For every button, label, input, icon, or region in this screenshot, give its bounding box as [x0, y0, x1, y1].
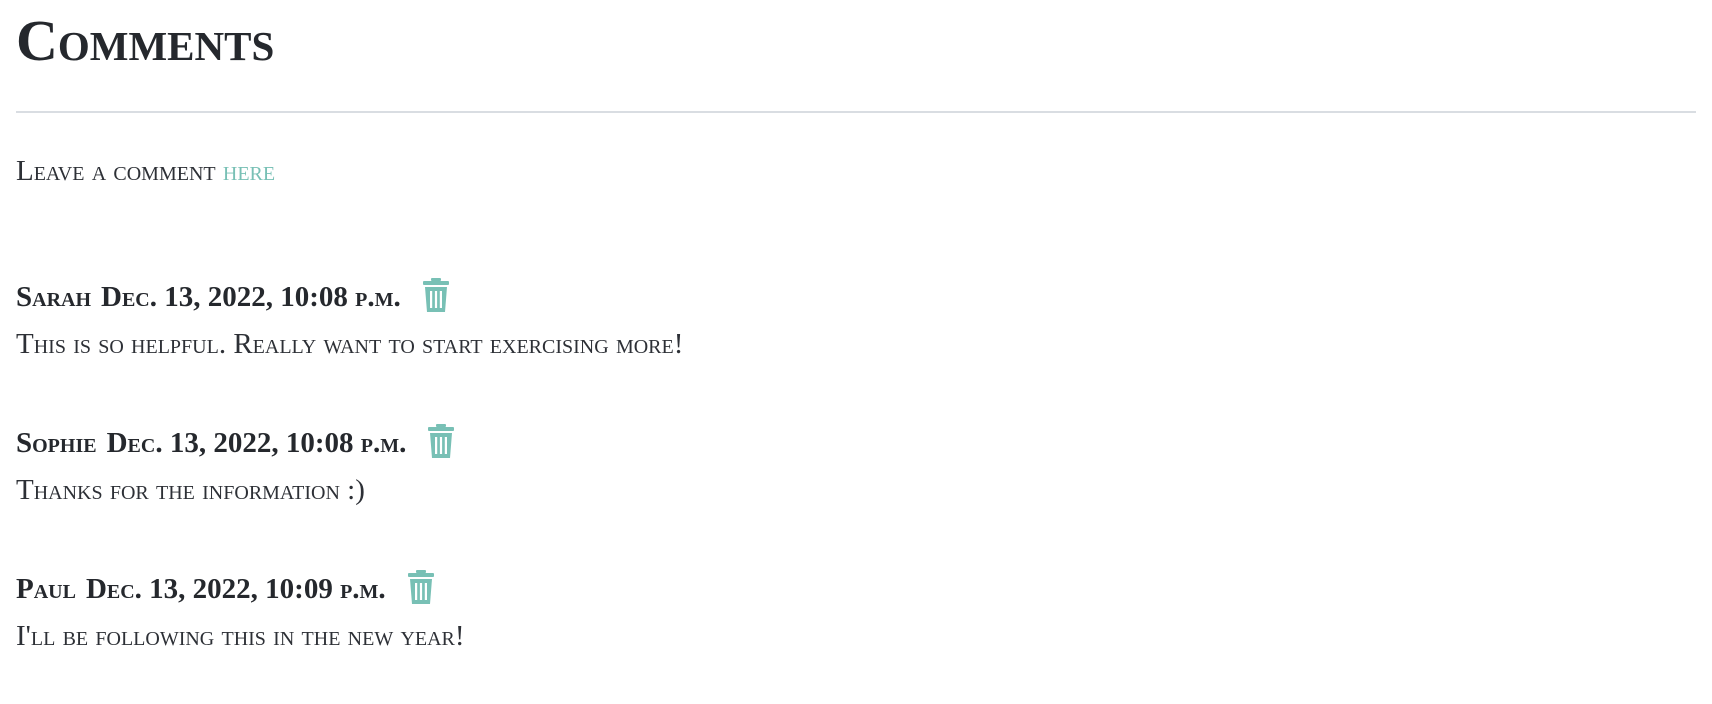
- divider: [16, 111, 1696, 113]
- comment-text: I'll be following this in the new year!: [16, 620, 465, 652]
- comment-text: This is so helpful. Really want to start…: [16, 328, 684, 360]
- comment-author: Sarah: [16, 281, 92, 313]
- comment-author: Paul: [16, 573, 76, 605]
- comment-meta: Sophie Dec. 13, 2022, 10:08 p.m.: [16, 424, 1016, 462]
- comment-timestamp: Dec. 13, 2022, 10:08 p.m.: [101, 281, 401, 313]
- trash-icon[interactable]: [406, 569, 436, 605]
- comment-item: Paul Dec. 13, 2022, 10:09 p.m. I'll be f…: [16, 570, 1016, 655]
- comment-item: Sarah Dec. 13, 2022, 10:08 p.m. This is …: [16, 278, 1016, 363]
- page-title: Comments: [16, 8, 275, 73]
- comment-meta: Sarah Dec. 13, 2022, 10:08 p.m.: [16, 278, 1016, 316]
- leave-comment-line: Leave a comment here: [16, 152, 275, 190]
- leave-comment-prefix: Leave a comment: [16, 155, 223, 187]
- trash-icon[interactable]: [426, 423, 456, 459]
- comment-text: Thanks for the information :): [16, 474, 365, 506]
- comment-meta: Paul Dec. 13, 2022, 10:09 p.m.: [16, 570, 1016, 608]
- comment-author: Sophie: [16, 427, 97, 459]
- comment-timestamp: Dec. 13, 2022, 10:09 p.m.: [85, 573, 386, 605]
- comment-timestamp: Dec. 13, 2022, 10:08 p.m.: [106, 427, 407, 459]
- trash-icon[interactable]: [421, 277, 451, 313]
- comment-item: Sophie Dec. 13, 2022, 10:08 p.m. Thanks …: [16, 424, 1016, 509]
- comments-page: Comments Leave a comment here Sarah Dec.…: [0, 0, 1712, 704]
- leave-comment-link[interactable]: here: [223, 155, 275, 187]
